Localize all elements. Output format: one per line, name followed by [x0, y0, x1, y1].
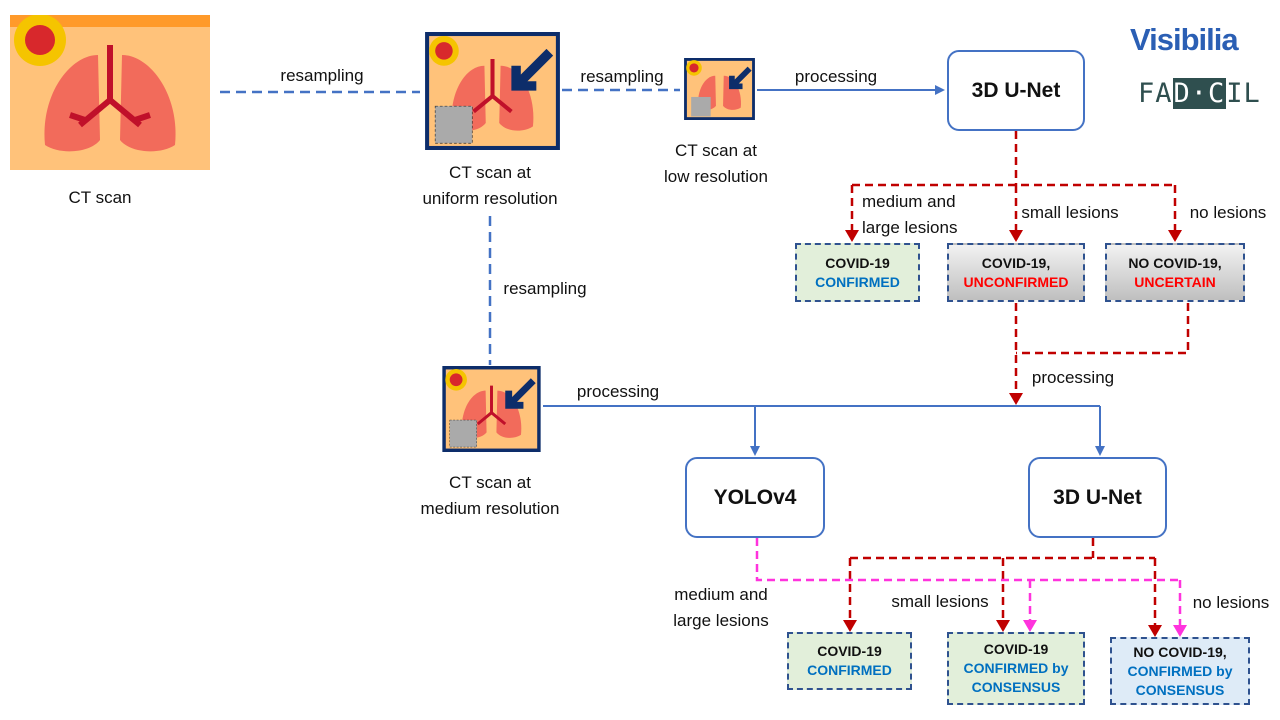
uniform-label: CT scan at uniform resolution [422, 163, 558, 208]
edge-label: small lesions [891, 592, 989, 611]
result-confirmed-consensus: COVID-19 CONFIRMED by CONSENSUS [947, 632, 1085, 705]
low-label: CT scan at low resolution [664, 141, 768, 186]
result-confirmed-bottom: COVID-19 CONFIRMED [787, 632, 912, 690]
result-uncertain: NO COVID-19, UNCERTAIN [1105, 243, 1245, 302]
visibilia-logo: Visibilia [1130, 22, 1239, 57]
ct-medium-icon [442, 366, 541, 452]
unet-bottom-node: 3D U-Net [1028, 457, 1167, 538]
edge-label: small lesions [1021, 203, 1119, 222]
fadcil-logo: FAD·CIL [1138, 78, 1261, 109]
unet-top-node: 3D U-Net [947, 50, 1085, 131]
edge-label: medium and large lesions [673, 585, 769, 630]
edge-label: resampling [280, 66, 364, 85]
ct-scan-label: CT scan [68, 188, 132, 207]
yolo-node: YOLOv4 [685, 457, 825, 538]
result-no-covid-consensus: NO COVID-19, CONFIRMED by CONSENSUS [1110, 637, 1250, 705]
ct-uniform-icon [425, 32, 560, 150]
medium-label: CT scan at medium resolution [420, 473, 560, 518]
result-unconfirmed: COVID-19, UNCONFIRMED [947, 243, 1085, 302]
edge-label: processing [794, 67, 878, 86]
edge-label: medium and large lesions [862, 192, 958, 237]
edge-label: resampling [503, 279, 587, 298]
edge-label: no lesions [1189, 203, 1267, 222]
ct-scan-icon [10, 15, 210, 170]
edge-label: resampling [580, 67, 664, 86]
edge-label: processing [576, 382, 660, 401]
ct-low-icon [684, 58, 755, 120]
edge-label: processing [1031, 368, 1115, 387]
result-confirmed: COVID-19 CONFIRMED [795, 243, 920, 302]
edge-label: no lesions [1192, 593, 1270, 612]
